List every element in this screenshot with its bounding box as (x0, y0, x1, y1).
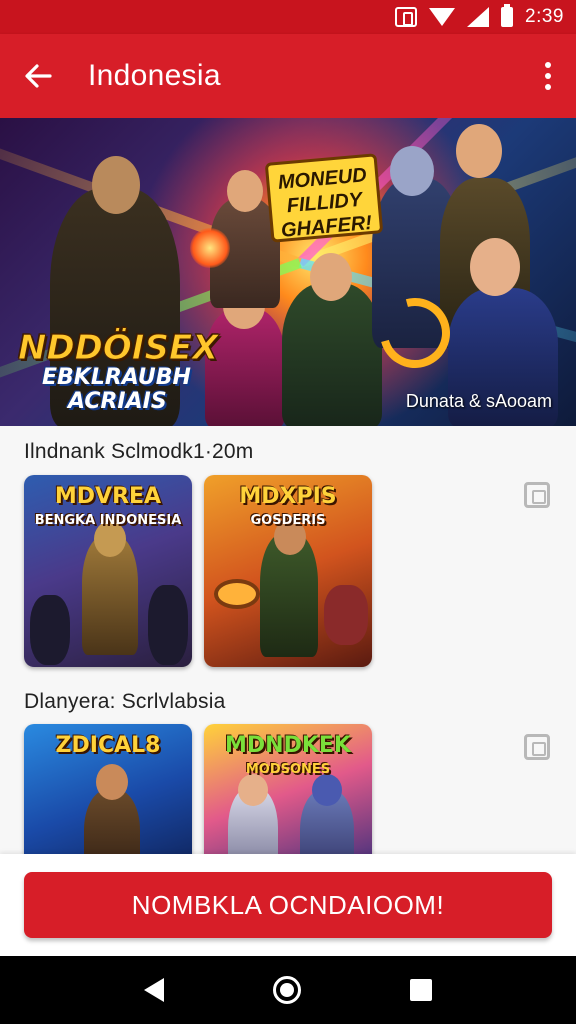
nav-home-icon[interactable] (272, 976, 301, 1004)
tile-title: MDXPIS GOSDERIS (239, 484, 337, 529)
tile-title: MDNDKEK MODSONES (225, 733, 351, 778)
battery-icon (501, 4, 514, 27)
signal-icon (467, 7, 490, 27)
more-vertical-icon (545, 62, 551, 68)
system-nav-bar (0, 956, 576, 1024)
character-ranger (282, 283, 382, 426)
nav-back-icon[interactable] (144, 978, 165, 1002)
tile-title: MDVREA BENGKA INDONESIA (34, 484, 182, 529)
more-options-button[interactable] (520, 34, 576, 118)
fireball-effect (190, 228, 230, 268)
section-title: Dlanyera: Scrlvlabsia (24, 690, 226, 713)
screen: 2:39 Indonesia MONEUD FILLIDY GHAFER! ND… (0, 0, 576, 1024)
nav-recents-icon[interactable] (409, 979, 432, 1001)
copy-icon[interactable] (524, 734, 550, 760)
copy-icon[interactable] (524, 482, 550, 508)
wifi-icon (429, 8, 456, 26)
vibrate-icon (395, 7, 418, 27)
status-time: 2:39 (525, 6, 564, 27)
hero-caption: Dunata & sAooam (405, 391, 552, 411)
page-title: Indonesia (88, 59, 221, 92)
back-button[interactable] (0, 34, 76, 118)
section-title: Ilndnank Sclmodk1·20m (24, 440, 254, 463)
status-bar: 2:39 (0, 0, 576, 34)
hero-logo-title: NDDÖISEX (17, 328, 219, 369)
hero-banner[interactable]: MONEUD FILLIDY GHAFER! NDDÖISEX EBKLRAUB… (0, 118, 576, 426)
game-tile[interactable]: MDXPIS GOSDERIS (204, 475, 372, 667)
hero-logo-subtitle: EBKLRAUBH ACRIAIS (42, 365, 191, 414)
cta-container: NOMBKLA OCNDAIOOM! (0, 854, 576, 956)
app-bar: Indonesia (0, 34, 576, 118)
tile-title: ZDICAL8 (55, 733, 161, 758)
hero-badge: MONEUD FILLIDY GHAFER! (264, 153, 384, 243)
arrow-left-icon (25, 64, 52, 88)
cta-button[interactable]: NOMBKLA OCNDAIOOM! (24, 872, 552, 938)
game-tile[interactable]: MDVREA BENGKA INDONESIA (24, 475, 192, 667)
